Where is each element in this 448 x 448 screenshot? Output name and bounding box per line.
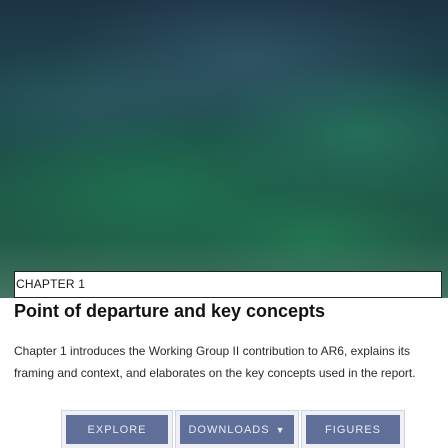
chapter-description: Chapter 1 introduces the Working Group I… bbox=[14, 344, 416, 380]
hero-image bbox=[0, 0, 448, 298]
explore-button[interactable]: EXPLORE bbox=[61, 410, 173, 448]
downloads-label: DOWNLOADS bbox=[188, 423, 270, 436]
chapter-label: CHAPTER 1 bbox=[16, 277, 86, 291]
explore-label: EXPLORE bbox=[87, 423, 147, 436]
figures-label: FIGURES bbox=[325, 423, 381, 436]
page-title: Point of departure and key concepts bbox=[14, 301, 326, 321]
downloads-button[interactable]: DOWNLOADS ▼ bbox=[175, 410, 299, 448]
chevron-down-icon: ▼ bbox=[275, 424, 286, 435]
action-bar: EXPLORE DOWNLOADS ▼ FIGURES bbox=[61, 410, 405, 448]
figures-button[interactable]: FIGURES bbox=[301, 410, 405, 448]
